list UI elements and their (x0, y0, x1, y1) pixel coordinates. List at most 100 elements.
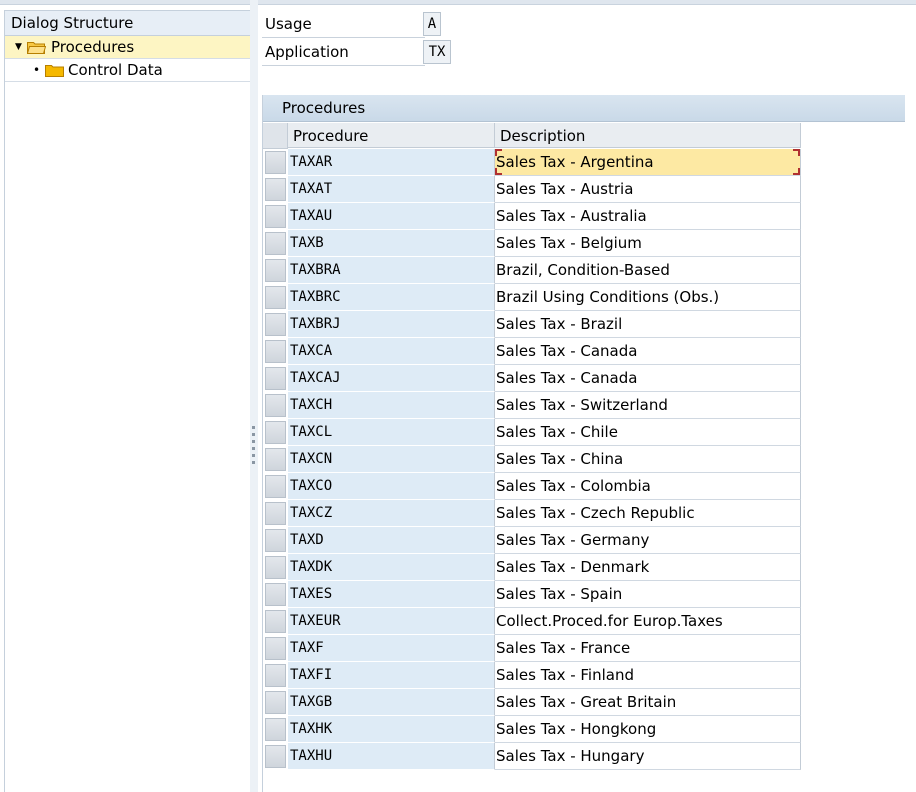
row-selector-button[interactable] (265, 664, 286, 687)
focus-corner-marker (495, 149, 502, 156)
description-cell[interactable]: Sales Tax - Colombia (495, 473, 801, 500)
column-header-description[interactable]: Description (495, 123, 801, 148)
description-cell[interactable]: Sales Tax - Chile (495, 419, 801, 446)
description-cell[interactable]: Sales Tax - Belgium (495, 230, 801, 257)
description-cell[interactable]: Sales Tax - Australia (495, 203, 801, 230)
tree-item-label: Control Data (68, 61, 163, 79)
description-cell[interactable]: Collect.Proced.for Europ.Taxes (495, 608, 801, 635)
procedure-cell[interactable]: TAXCH (288, 392, 495, 419)
triangle-down-icon[interactable]: ▼ (15, 36, 22, 58)
row-selector-button[interactable] (265, 583, 286, 606)
bullet-icon: • (33, 63, 41, 77)
folder-icon (45, 65, 64, 77)
tree-item-label: Procedures (51, 38, 135, 56)
procedure-cell[interactable]: TAXES (288, 581, 495, 608)
focus-corner-marker (793, 168, 800, 175)
row-selector-button[interactable] (265, 340, 286, 363)
row-selector-button[interactable] (265, 610, 286, 633)
row-selector-button[interactable] (265, 259, 286, 282)
row-selector-button[interactable] (265, 367, 286, 390)
procedures-table-title: Procedures (263, 95, 905, 122)
column-header-procedure[interactable]: Procedure (288, 123, 495, 148)
splitter-grip-icon (252, 454, 255, 457)
description-cell[interactable]: Sales Tax - Canada (495, 365, 801, 392)
maintenance-view-window: Dialog Structure ▼ Procedures • Control … (0, 0, 916, 792)
procedure-cell[interactable]: TAXAU (288, 203, 495, 230)
row-selector-button[interactable] (265, 205, 286, 228)
dialog-structure-panel: Dialog Structure ▼ Procedures • Control … (4, 10, 252, 792)
procedure-cell[interactable]: TAXCA (288, 338, 495, 365)
procedure-cell[interactable]: TAXD (288, 527, 495, 554)
row-selector-button[interactable] (265, 556, 286, 579)
splitter-grip-icon (252, 461, 255, 464)
dialog-structure-title: Dialog Structure (5, 10, 251, 36)
procedure-cell[interactable]: TAXBRC (288, 284, 495, 311)
description-cell[interactable]: Sales Tax - Great Britain (495, 689, 801, 716)
description-cell[interactable]: Sales Tax - Switzerland (495, 392, 801, 419)
tree-item-procedures[interactable]: ▼ Procedures (5, 36, 251, 59)
splitter-grip-icon (252, 426, 255, 429)
procedure-cell[interactable]: TAXBRA (288, 257, 495, 284)
procedure-cell[interactable]: TAXHK (288, 716, 495, 743)
row-selector-button[interactable] (265, 529, 286, 552)
description-cell[interactable]: Sales Tax - China (495, 446, 801, 473)
splitter-grip-icon (252, 447, 255, 450)
procedure-cell[interactable]: TAXCO (288, 473, 495, 500)
description-cell[interactable]: Sales Tax - Austria (495, 176, 801, 203)
top-rule (0, 0, 916, 5)
procedure-cell[interactable]: TAXBRJ (288, 311, 495, 338)
application-field[interactable]: TX (423, 40, 451, 64)
procedure-cell[interactable]: TAXF (288, 635, 495, 662)
description-cell[interactable]: Sales Tax - Denmark (495, 554, 801, 581)
usage-field[interactable]: A (423, 12, 441, 36)
procedure-cell[interactable]: TAXCL (288, 419, 495, 446)
description-cell[interactable]: Sales Tax - Hongkong (495, 716, 801, 743)
description-cell[interactable]: Brazil, Condition-Based (495, 257, 801, 284)
procedure-cell[interactable]: TAXAR (288, 149, 495, 176)
description-cell[interactable]: Sales Tax - Germany (495, 527, 801, 554)
row-selector-button[interactable] (265, 475, 286, 498)
description-cell[interactable]: Sales Tax - Finland (495, 662, 801, 689)
row-selector-button[interactable] (265, 178, 286, 201)
application-label: Application (262, 39, 425, 66)
splitter-grip-icon (252, 440, 255, 443)
panel-splitter[interactable] (250, 0, 258, 792)
description-cell[interactable]: Sales Tax - Hungary (495, 743, 801, 770)
row-selector-button[interactable] (265, 691, 286, 714)
description-cell[interactable]: Brazil Using Conditions (Obs.) (495, 284, 801, 311)
select-all-button[interactable] (263, 123, 288, 149)
tree-item-control-data[interactable]: • Control Data (5, 59, 251, 82)
row-selector-button[interactable] (265, 718, 286, 741)
row-selector-button[interactable] (265, 286, 286, 309)
row-selector-button[interactable] (265, 637, 286, 660)
procedure-cell[interactable]: TAXCZ (288, 500, 495, 527)
description-cell[interactable]: Sales Tax - France (495, 635, 801, 662)
row-selector-button[interactable] (265, 745, 286, 768)
procedure-cell[interactable]: TAXCAJ (288, 365, 495, 392)
row-selector-button[interactable] (265, 394, 286, 417)
description-cell[interactable]: Sales Tax - Brazil (495, 311, 801, 338)
usage-label: Usage (262, 11, 425, 38)
procedure-cell[interactable]: TAXGB (288, 689, 495, 716)
description-cell[interactable]: Sales Tax - Spain (495, 581, 801, 608)
procedure-cell[interactable]: TAXAT (288, 176, 495, 203)
row-selector-button[interactable] (265, 421, 286, 444)
description-cell[interactable]: Sales Tax - Argentina (495, 149, 801, 176)
folder-open-icon (27, 42, 46, 54)
description-cell[interactable]: Sales Tax - Czech Republic (495, 500, 801, 527)
procedure-cell[interactable]: TAXCN (288, 446, 495, 473)
row-selector-button[interactable] (265, 313, 286, 336)
procedure-cell[interactable]: TAXHU (288, 743, 495, 770)
row-selector-button[interactable] (265, 448, 286, 471)
focus-corner-marker (495, 168, 502, 175)
description-cell[interactable]: Sales Tax - Canada (495, 338, 801, 365)
row-selector-button[interactable] (265, 232, 286, 255)
procedure-cell[interactable]: TAXEUR (288, 608, 495, 635)
focus-corner-marker (793, 149, 800, 156)
procedures-table-panel: Procedures Procedure Description TAXAR Sa… (262, 95, 905, 792)
procedure-cell[interactable]: TAXDK (288, 554, 495, 581)
row-selector-button[interactable] (265, 151, 286, 174)
procedure-cell[interactable]: TAXFI (288, 662, 495, 689)
procedure-cell[interactable]: TAXB (288, 230, 495, 257)
row-selector-button[interactable] (265, 502, 286, 525)
